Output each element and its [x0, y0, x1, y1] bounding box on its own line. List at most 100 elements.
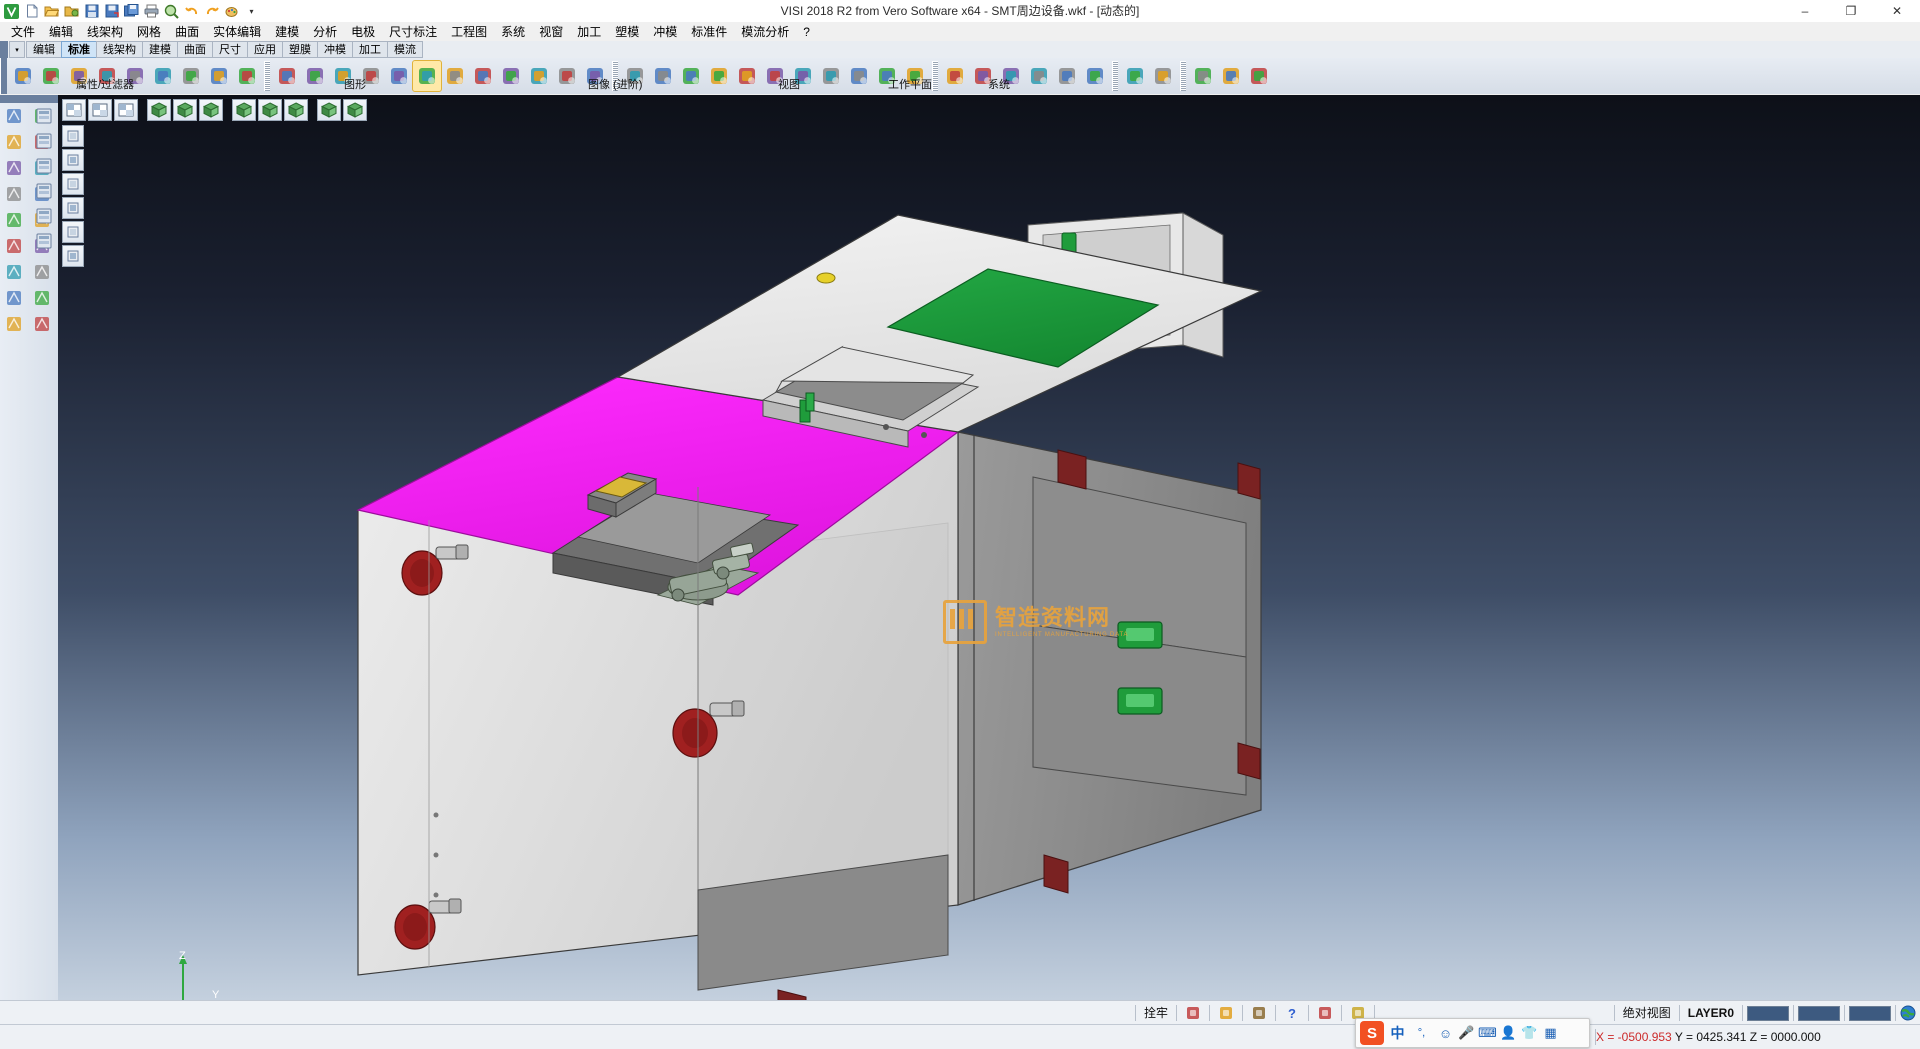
tabstrip-grip[interactable]: [0, 41, 8, 58]
colour-swatch-1[interactable]: [1747, 1006, 1789, 1021]
layer-panel-icon[interactable]: [31, 104, 57, 128]
absolute-view-label[interactable]: 绝对视图: [1615, 1003, 1679, 1023]
toolbar-tab-编辑[interactable]: 编辑: [26, 41, 62, 58]
copy-icon[interactable]: [29, 286, 55, 310]
graphic-options-icon[interactable]: [581, 61, 609, 91]
open-file-icon[interactable]: [42, 2, 61, 21]
menu-item-10[interactable]: 工程图: [444, 23, 494, 41]
save-as-icon[interactable]: [102, 2, 121, 21]
cad-viewport[interactable]: 智造资料网 INTELLIGENT MANUFACTURING DATA Z Y…: [58, 95, 1920, 1000]
toolbar-tab-标准[interactable]: 标准: [61, 41, 97, 58]
toolbar-tab-应用[interactable]: 应用: [247, 41, 283, 58]
trim-icon[interactable]: [1, 208, 27, 232]
solid-status-icon[interactable]: [1313, 1002, 1337, 1024]
hide-entity-icon[interactable]: [93, 61, 121, 91]
point-icon[interactable]: [1, 104, 27, 128]
advanced-light-icon[interactable]: [649, 61, 677, 91]
refresh-view-icon[interactable]: [149, 61, 177, 91]
scale-icon[interactable]: [29, 260, 55, 284]
app-logo-icon[interactable]: [2, 2, 21, 21]
mesh-solid-icon[interactable]: [873, 61, 901, 91]
customize-dropdown-icon[interactable]: ▾: [242, 2, 261, 21]
menu-item-9[interactable]: 尺寸标注: [382, 23, 444, 41]
save-icon[interactable]: [82, 2, 101, 21]
ime-keyboard-icon[interactable]: ⌨: [1477, 1023, 1498, 1044]
shade-icon[interactable]: [385, 61, 413, 91]
circle-icon[interactable]: [1, 130, 27, 154]
toolbar-group-separator[interactable]: [1112, 61, 1118, 91]
hidden-line-dashed-icon[interactable]: [357, 61, 385, 91]
layer-props-icon[interactable]: [31, 204, 57, 228]
menu-item-16[interactable]: 标准件: [684, 23, 734, 41]
layer-active-icon[interactable]: [31, 179, 57, 203]
home-status-icon[interactable]: [1247, 1002, 1271, 1024]
refresh-status-icon[interactable]: [1181, 1002, 1205, 1024]
menu-item-4[interactable]: 曲面: [168, 23, 206, 41]
toolbar-tab-尺寸[interactable]: 尺寸: [212, 41, 248, 58]
menu-item-0[interactable]: 文件: [4, 23, 42, 41]
redraw-icon[interactable]: [1053, 61, 1081, 91]
colour-palette-icon[interactable]: [9, 61, 37, 91]
ime-punctuation-toggle[interactable]: °,: [1411, 1023, 1432, 1044]
menu-item-18[interactable]: ?: [796, 23, 817, 41]
toggle-visibility-icon[interactable]: [177, 61, 205, 91]
section-view-icon[interactable]: [497, 61, 525, 91]
check-solid-icon[interactable]: [817, 61, 845, 91]
rotate-icon[interactable]: [1, 260, 27, 284]
zoom-scale-icon[interactable]: [997, 61, 1025, 91]
solid-striped-icon[interactable]: [789, 61, 817, 91]
open-recent-icon[interactable]: [62, 2, 81, 21]
offset-icon[interactable]: [1, 234, 27, 258]
toolbar-group-separator[interactable]: [1180, 61, 1186, 91]
system-info-icon[interactable]: [1245, 61, 1273, 91]
delete-icon[interactable]: [1, 312, 27, 336]
zoom-window-icon[interactable]: [969, 61, 997, 91]
shade-quality-icon[interactable]: [525, 61, 553, 91]
fillet-icon[interactable]: [1, 182, 27, 206]
render-setup-icon[interactable]: [553, 61, 581, 91]
move-icon[interactable]: [1, 286, 27, 310]
ime-voice-icon[interactable]: 🎤: [1456, 1023, 1477, 1044]
toolbar-group-separator[interactable]: [932, 61, 938, 91]
minimize-button[interactable]: –: [1782, 0, 1828, 22]
view-preset-icon[interactable]: [1081, 61, 1109, 91]
copy-solid-icon[interactable]: [845, 61, 873, 91]
maximize-button[interactable]: ❐: [1828, 0, 1874, 22]
ime-menu-icon[interactable]: ▦: [1540, 1023, 1561, 1044]
tabstrip-dropdown-icon[interactable]: ▾: [9, 41, 25, 58]
active-layer-label[interactable]: LAYER0: [1680, 1003, 1742, 1023]
ime-mode-toggle[interactable]: 中: [1387, 1023, 1408, 1044]
entity-filter-icon[interactable]: [37, 61, 65, 91]
hide-all-icon[interactable]: [233, 61, 261, 91]
print-icon[interactable]: [142, 2, 161, 21]
measure-icon[interactable]: [29, 312, 55, 336]
menu-item-7[interactable]: 分析: [306, 23, 344, 41]
ime-logo-icon[interactable]: S: [1360, 1021, 1384, 1045]
globe-icon[interactable]: [1896, 1002, 1920, 1024]
help-status-icon[interactable]: ?: [1280, 1002, 1304, 1024]
colour-swatch-2[interactable]: [1798, 1006, 1840, 1021]
show-all-icon[interactable]: [205, 61, 233, 91]
toolbar-tab-曲面[interactable]: 曲面: [177, 41, 213, 58]
flat-shade-icon[interactable]: [469, 61, 497, 91]
ime-emoji-icon[interactable]: ☺: [1435, 1023, 1456, 1044]
redo-icon[interactable]: [202, 2, 221, 21]
system-layer-icon[interactable]: [1217, 61, 1245, 91]
toolbar-group-separator[interactable]: [264, 61, 270, 91]
toolbar-tab-建模[interactable]: 建模: [142, 41, 178, 58]
shaded-cube-icon[interactable]: [901, 61, 929, 91]
advanced-traffic-icon[interactable]: [677, 61, 705, 91]
layer-filter-icon[interactable]: [31, 229, 57, 253]
menu-item-8[interactable]: 电极: [344, 23, 382, 41]
menu-item-12[interactable]: 视窗: [532, 23, 570, 41]
menu-item-11[interactable]: 系统: [494, 23, 532, 41]
hidden-line-icon[interactable]: [329, 61, 357, 91]
dynamic-rotate-icon[interactable]: [1025, 61, 1053, 91]
zoom-in-icon[interactable]: [941, 61, 969, 91]
toolbar-tab-塑膜[interactable]: 塑膜: [282, 41, 318, 58]
wireframe-shade-icon[interactable]: [301, 61, 329, 91]
toolbar-group-separator[interactable]: [612, 61, 618, 91]
menu-item-14[interactable]: 塑模: [608, 23, 646, 41]
layer-manager-icon[interactable]: [31, 154, 57, 178]
workplane-origin-icon[interactable]: [1149, 61, 1177, 91]
